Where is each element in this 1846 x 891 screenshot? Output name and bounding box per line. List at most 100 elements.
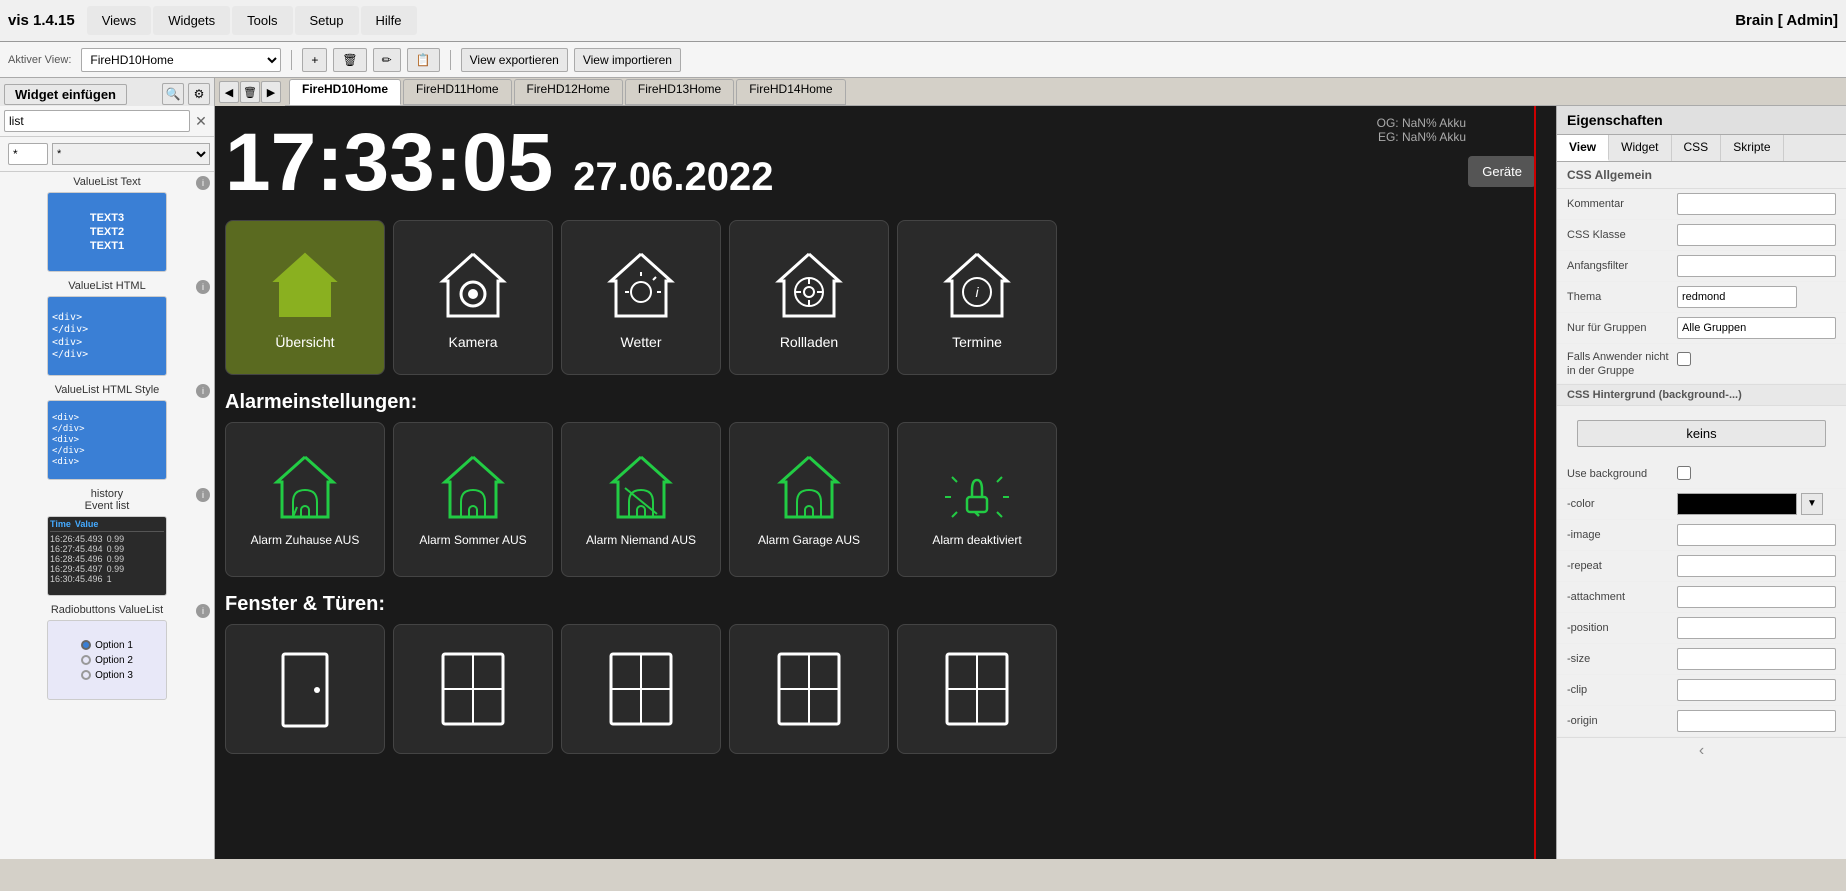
window-tile-0[interactable]: [225, 624, 385, 754]
props-keins-btn[interactable]: keins: [1577, 420, 1826, 447]
og-eg-info: OG: NaN% Akku EG: NaN% Akku: [1377, 116, 1466, 144]
props-tab-css[interactable]: CSS: [1672, 135, 1722, 161]
widget-settings-icon[interactable]: ⚙: [188, 83, 210, 105]
delete-view-btn[interactable]: 🗑: [333, 48, 366, 72]
widget-search-icon[interactable]: 🔍: [162, 83, 184, 105]
props-tab-view[interactable]: View: [1557, 135, 1609, 161]
alarm-tile-zuhause[interactable]: Alarm Zuhause AUS: [225, 422, 385, 577]
nav-tile-ubersicht[interactable]: Übersicht: [225, 220, 385, 375]
widget-label-history: historyEvent list: [85, 488, 130, 512]
main-row: ✕ * ValueList Text TEXT3 TEXT2 TEXT1 i: [0, 106, 1846, 859]
props-input-image[interactable]: [1677, 524, 1836, 546]
tab-firehd14home[interactable]: FireHD14Home: [736, 79, 845, 105]
window-tile-3[interactable]: [729, 624, 889, 754]
widget-info-valuelist-text[interactable]: i: [196, 176, 210, 190]
export-btn[interactable]: View exportieren: [461, 48, 568, 72]
widget-filter-star[interactable]: [8, 143, 48, 165]
props-scroll-indicator: ‹: [1557, 737, 1846, 764]
widget-search-input[interactable]: [4, 110, 190, 132]
nav-arrow-right[interactable]: ▶: [261, 81, 281, 103]
view-select[interactable]: FireHD10Home FireHD11Home FireHD12Home F…: [81, 48, 281, 72]
props-tab-widget[interactable]: Widget: [1609, 135, 1671, 161]
props-input-gruppen[interactable]: [1677, 317, 1836, 339]
geraete-btn[interactable]: Geräte: [1468, 156, 1536, 187]
copy-view-btn[interactable]: 📋: [407, 48, 440, 72]
widget-item-valuelist-html-style[interactable]: ValueList HTML Style <div> </div> <div> …: [4, 384, 210, 480]
og-info: OG: NaN% Akku: [1377, 116, 1466, 130]
nav-tile-rollladen[interactable]: Rollladen: [729, 220, 889, 375]
widget-add-btn[interactable]: Widget einfügen: [4, 84, 127, 105]
props-checkbox-falls-anwender[interactable]: [1677, 352, 1691, 366]
widget-info-valuelist-html[interactable]: i: [196, 280, 210, 294]
widget-label-valuelist-html-style: ValueList HTML Style: [55, 384, 160, 396]
alarm-tile-sommer-label: Alarm Sommer AUS: [419, 533, 526, 547]
import-btn[interactable]: View importieren: [574, 48, 681, 72]
add-view-btn[interactable]: +: [302, 48, 327, 72]
clock-time: 17:33:05: [225, 116, 553, 210]
tab-firehd11home[interactable]: FireHD11Home: [403, 79, 511, 105]
css-allgemein-label: CSS Allgemein: [1557, 162, 1846, 189]
props-input-anfangsfilter[interactable]: [1677, 255, 1836, 277]
edit-view-btn[interactable]: ✏: [373, 48, 401, 72]
props-input-thema[interactable]: [1677, 286, 1797, 308]
props-input-origin[interactable]: [1677, 710, 1836, 732]
brain-label-text: Brain [ Admin]: [1735, 12, 1838, 29]
props-input-attachment[interactable]: [1677, 586, 1836, 608]
props-checkbox-use-background[interactable]: [1677, 466, 1691, 480]
nav-tile-ubersicht-label: Übersicht: [275, 334, 334, 350]
tabs-row: ◀ 🗑 ▶ FireHD10Home FireHD11Home FireHD12…: [215, 78, 1846, 106]
props-label-use-background: Use background: [1567, 468, 1677, 480]
widget-info-valuelist-html-style[interactable]: i: [196, 384, 210, 398]
menu-tools[interactable]: Tools: [232, 6, 292, 35]
tab-firehd13home[interactable]: FireHD13Home: [625, 79, 734, 105]
alarm-tile-deaktiviert[interactable]: Alarm deaktiviert: [897, 422, 1057, 577]
menu-views[interactable]: Views: [87, 6, 151, 35]
widget-info-radiobuttons[interactable]: i: [196, 604, 210, 618]
alarm-tiles: Alarm Zuhause AUS Alarm Sommer AUS: [225, 422, 1546, 577]
widget-item-radiobuttons[interactable]: Radiobuttons ValueList Option 1 Option 2…: [4, 604, 210, 700]
tab-firehd12home[interactable]: FireHD12Home: [514, 79, 623, 105]
props-label-css-klasse: CSS Klasse: [1567, 229, 1677, 241]
window-tile-2[interactable]: [561, 624, 721, 754]
window-tile-1[interactable]: [393, 624, 553, 754]
widget-search-close[interactable]: ✕: [192, 112, 210, 130]
nav-arrow-left[interactable]: ◀: [219, 81, 239, 103]
alarm-tile-sommer[interactable]: Alarm Sommer AUS: [393, 422, 553, 577]
props-label-size: -size: [1567, 653, 1677, 665]
widget-item-valuelist-text[interactable]: ValueList Text TEXT3 TEXT2 TEXT1 i: [4, 176, 210, 272]
toolbar: Aktiver View: FireHD10Home FireHD11Home …: [0, 42, 1846, 78]
nav-tile-wetter[interactable]: Wetter: [561, 220, 721, 375]
tab-firehd10home[interactable]: FireHD10Home: [289, 79, 401, 105]
props-label-clip: -clip: [1567, 684, 1677, 696]
menu-setup[interactable]: Setup: [295, 6, 359, 35]
widget-item-valuelist-html[interactable]: ValueList HTML <div> </div> <div> </div>…: [4, 280, 210, 376]
color-picker-btn[interactable]: ▼: [1801, 493, 1823, 515]
props-input-clip[interactable]: [1677, 679, 1836, 701]
props-input-kommentar[interactable]: [1677, 193, 1836, 215]
menu-hilfe[interactable]: Hilfe: [361, 6, 417, 35]
brain-label: Brain [ Admin]: [1735, 12, 1838, 29]
widget-category-select[interactable]: *: [52, 143, 210, 165]
props-label-attachment: -attachment: [1567, 591, 1677, 603]
nav-tile-termine[interactable]: i Termine: [897, 220, 1057, 375]
nav-arrow-delete[interactable]: 🗑: [240, 81, 260, 103]
props-input-css-klasse[interactable]: [1677, 224, 1836, 246]
menu-widgets[interactable]: Widgets: [153, 6, 230, 35]
window-tile-4[interactable]: [897, 624, 1057, 754]
props-input-repeat[interactable]: [1677, 555, 1836, 577]
nav-arrows: ◀ 🗑 ▶: [215, 81, 285, 103]
widget-label-valuelist-html: ValueList HTML: [68, 280, 145, 292]
alarm-zuhause-icon: [265, 452, 345, 527]
svg-text:i: i: [975, 284, 979, 300]
widget-info-history[interactable]: i: [196, 488, 210, 502]
nav-tile-kamera[interactable]: Kamera: [393, 220, 553, 375]
props-tab-skripte[interactable]: Skripte: [1721, 135, 1783, 161]
alarm-tile-niemand[interactable]: Alarm Niemand AUS: [561, 422, 721, 577]
props-input-size[interactable]: [1677, 648, 1836, 670]
props-label-thema: Thema: [1567, 291, 1677, 303]
widget-item-history-event-list[interactable]: historyEvent list TimeValue 16:26:45.493…: [4, 488, 210, 596]
alarm-tile-garage[interactable]: Alarm Garage AUS: [729, 422, 889, 577]
widget-label-valuelist-text: ValueList Text: [73, 176, 140, 188]
props-row-color: -color ▼: [1557, 489, 1846, 520]
props-input-position[interactable]: [1677, 617, 1836, 639]
